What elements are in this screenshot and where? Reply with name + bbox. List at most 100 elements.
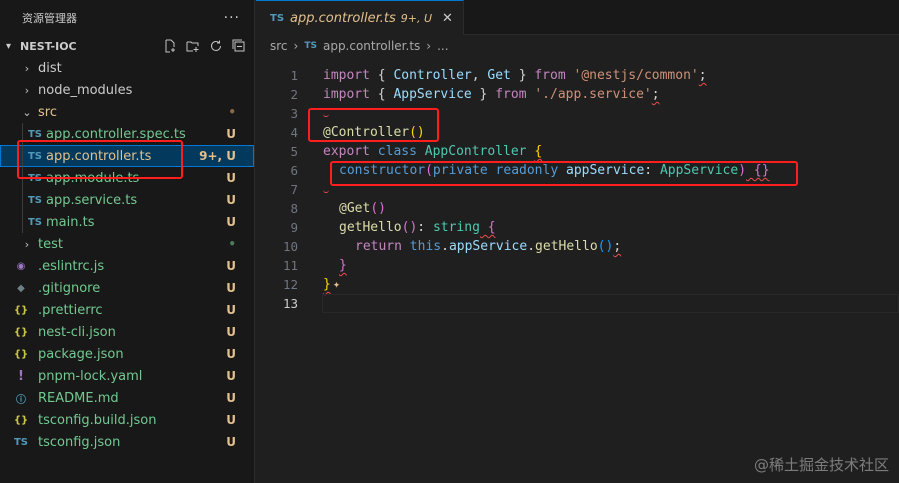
line-content: constructor(private readonly appService:… — [339, 163, 770, 178]
tree-file-app-controller[interactable]: TS app.controller.ts 9+, U — [0, 145, 254, 167]
line-number: 1 — [290, 68, 298, 83]
line-content: import { AppService } from './app.servic… — [323, 87, 660, 102]
tree-file-app-module[interactable]: TS app.module.ts U — [0, 167, 254, 189]
chevron-down-icon: ▾ — [6, 40, 12, 52]
line-number: 4 — [290, 125, 298, 140]
chevron-right-icon: › — [293, 39, 299, 53]
close-icon[interactable]: ✕ — [442, 11, 453, 26]
file-tree: › dist › node_modules ⌄ src • TS app.con… — [0, 57, 254, 453]
tree-folder-node-modules[interactable]: › node_modules — [0, 79, 254, 101]
tree-item-label: app.controller.spec.ts — [46, 126, 186, 142]
line-number: 9 — [290, 220, 298, 235]
modified-dot: • — [228, 105, 236, 119]
tree-item-label: tsconfig.json — [38, 434, 121, 450]
line-number: 13 — [282, 296, 298, 311]
new-file-icon[interactable] — [163, 39, 177, 53]
chevron-down-icon: ⌄ — [22, 105, 32, 119]
chevron-right-icon: › — [426, 39, 432, 53]
tab-app-controller[interactable]: TS app.controller.ts 9+, U ✕ — [256, 0, 464, 35]
json-icon: {} — [13, 348, 29, 360]
tree-item-label: app.controller.ts — [46, 148, 152, 164]
explorer-title: 资源管理器 — [22, 11, 77, 25]
tab-bar: TS app.controller.ts 9+, U ✕ — [256, 0, 899, 35]
tree-item-label: app.service.ts — [46, 192, 138, 208]
git-icon: ◆ — [17, 282, 25, 294]
typescript-icon: TS — [27, 172, 43, 184]
breadcrumb-file[interactable]: app.controller.ts — [323, 39, 420, 53]
tree-folder-dist[interactable]: › dist — [0, 57, 254, 79]
more-actions-icon[interactable]: ··· — [224, 10, 240, 26]
git-status: U — [226, 347, 236, 361]
breadcrumb-folder[interactable]: src — [270, 39, 288, 53]
tree-file-app-controller-spec[interactable]: TS app.controller.spec.ts U — [0, 123, 254, 145]
tree-folder-src[interactable]: ⌄ src • — [0, 101, 254, 123]
current-line-highlight — [322, 294, 899, 313]
code-line: 6 constructor(private readonly appServic… — [256, 161, 899, 180]
tree-item-label: test — [38, 236, 63, 252]
typescript-icon: TS — [304, 41, 317, 51]
indent-guide — [22, 211, 23, 233]
tree-folder-test[interactable]: › test • — [0, 233, 254, 255]
breadcrumb-symbol[interactable]: ... — [437, 39, 448, 53]
new-folder-icon[interactable] — [186, 39, 200, 53]
git-status: U — [226, 215, 236, 229]
tree-item-label: main.ts — [46, 214, 95, 230]
line-number: 7 — [290, 182, 298, 197]
error-squiggle — [323, 189, 329, 193]
json-icon: {} — [13, 304, 29, 316]
line-number: 2 — [290, 87, 298, 102]
code-line: 12 } ✦ — [256, 275, 899, 294]
indent-guide — [22, 189, 23, 211]
tree-file-package-json[interactable]: {} package.json U — [0, 343, 254, 365]
tree-file-pnpm-lock[interactable]: ! pnpm-lock.yaml U — [0, 365, 254, 387]
tab-label: app.controller.ts — [290, 10, 396, 26]
chevron-right-icon: › — [24, 61, 30, 75]
tree-item-label: .gitignore — [38, 280, 101, 296]
line-content: return this.appService.getHello(); — [355, 239, 622, 254]
project-root[interactable]: ▾ NEST-IOC — [0, 35, 254, 57]
line-content: import { Controller, Get } from '@nestjs… — [323, 68, 707, 83]
line-content: @Controller() — [323, 125, 425, 140]
sparkle-icon[interactable]: ✦ — [333, 277, 340, 291]
project-name: NEST-IOC — [20, 39, 77, 53]
code-line: 11 } — [256, 256, 899, 275]
tree-file-eslintrc[interactable]: ◉ .eslintrc.js U — [0, 255, 254, 277]
code-line: 8 @Get() — [256, 199, 899, 218]
typescript-icon: TS — [27, 194, 43, 206]
tree-item-label: node_modules — [38, 82, 133, 98]
error-squiggle — [323, 113, 329, 117]
chevron-right-icon: › — [24, 237, 30, 251]
code-line: 7 — [256, 180, 899, 199]
tree-file-readme[interactable]: ⓘ README.md U — [0, 387, 254, 409]
tree-file-tsconfig-build[interactable]: {} tsconfig.build.json U — [0, 409, 254, 431]
explorer-sidebar: 资源管理器 ··· ▾ NEST-IOC › dist › node_modul… — [0, 0, 255, 483]
code-line: 2 import { AppService } from './app.serv… — [256, 85, 899, 104]
tree-file-main[interactable]: TS main.ts U — [0, 211, 254, 233]
line-number: 5 — [290, 144, 298, 159]
line-content — [298, 106, 329, 121]
tree-file-tsconfig[interactable]: TS tsconfig.json U — [0, 431, 254, 453]
code-line-current: 13 — [256, 294, 899, 313]
line-content — [298, 182, 329, 197]
git-status: U — [226, 413, 236, 427]
indent-guide — [22, 123, 23, 145]
editor-area: TS app.controller.ts 9+, U ✕ src › TS ap… — [256, 0, 899, 483]
tree-item-label: app.module.ts — [46, 170, 140, 186]
line-number: 8 — [290, 201, 298, 216]
tree-file-nest-cli[interactable]: {} nest-cli.json U — [0, 321, 254, 343]
line-content: export class AppController { — [323, 144, 543, 159]
code-line: 9 getHello(): string { — [256, 218, 899, 237]
eslint-icon: ◉ — [16, 260, 26, 272]
tree-file-gitignore[interactable]: ◆ .gitignore U — [0, 277, 254, 299]
collapse-all-icon[interactable] — [232, 39, 246, 53]
line-content: @Get() — [339, 201, 386, 216]
git-status: 9+, U — [199, 149, 236, 163]
tree-file-app-service[interactable]: TS app.service.ts U — [0, 189, 254, 211]
code-line: 1 import { Controller, Get } from '@nest… — [256, 66, 899, 85]
tree-file-prettierrc[interactable]: {} .prettierrc U — [0, 299, 254, 321]
tree-item-label: pnpm-lock.yaml — [38, 368, 143, 384]
tree-item-label: .eslintrc.js — [38, 258, 105, 274]
refresh-icon[interactable] — [209, 39, 223, 53]
code-editor[interactable]: 1 import { Controller, Get } from '@nest… — [256, 66, 899, 313]
line-number: 11 — [282, 258, 298, 273]
